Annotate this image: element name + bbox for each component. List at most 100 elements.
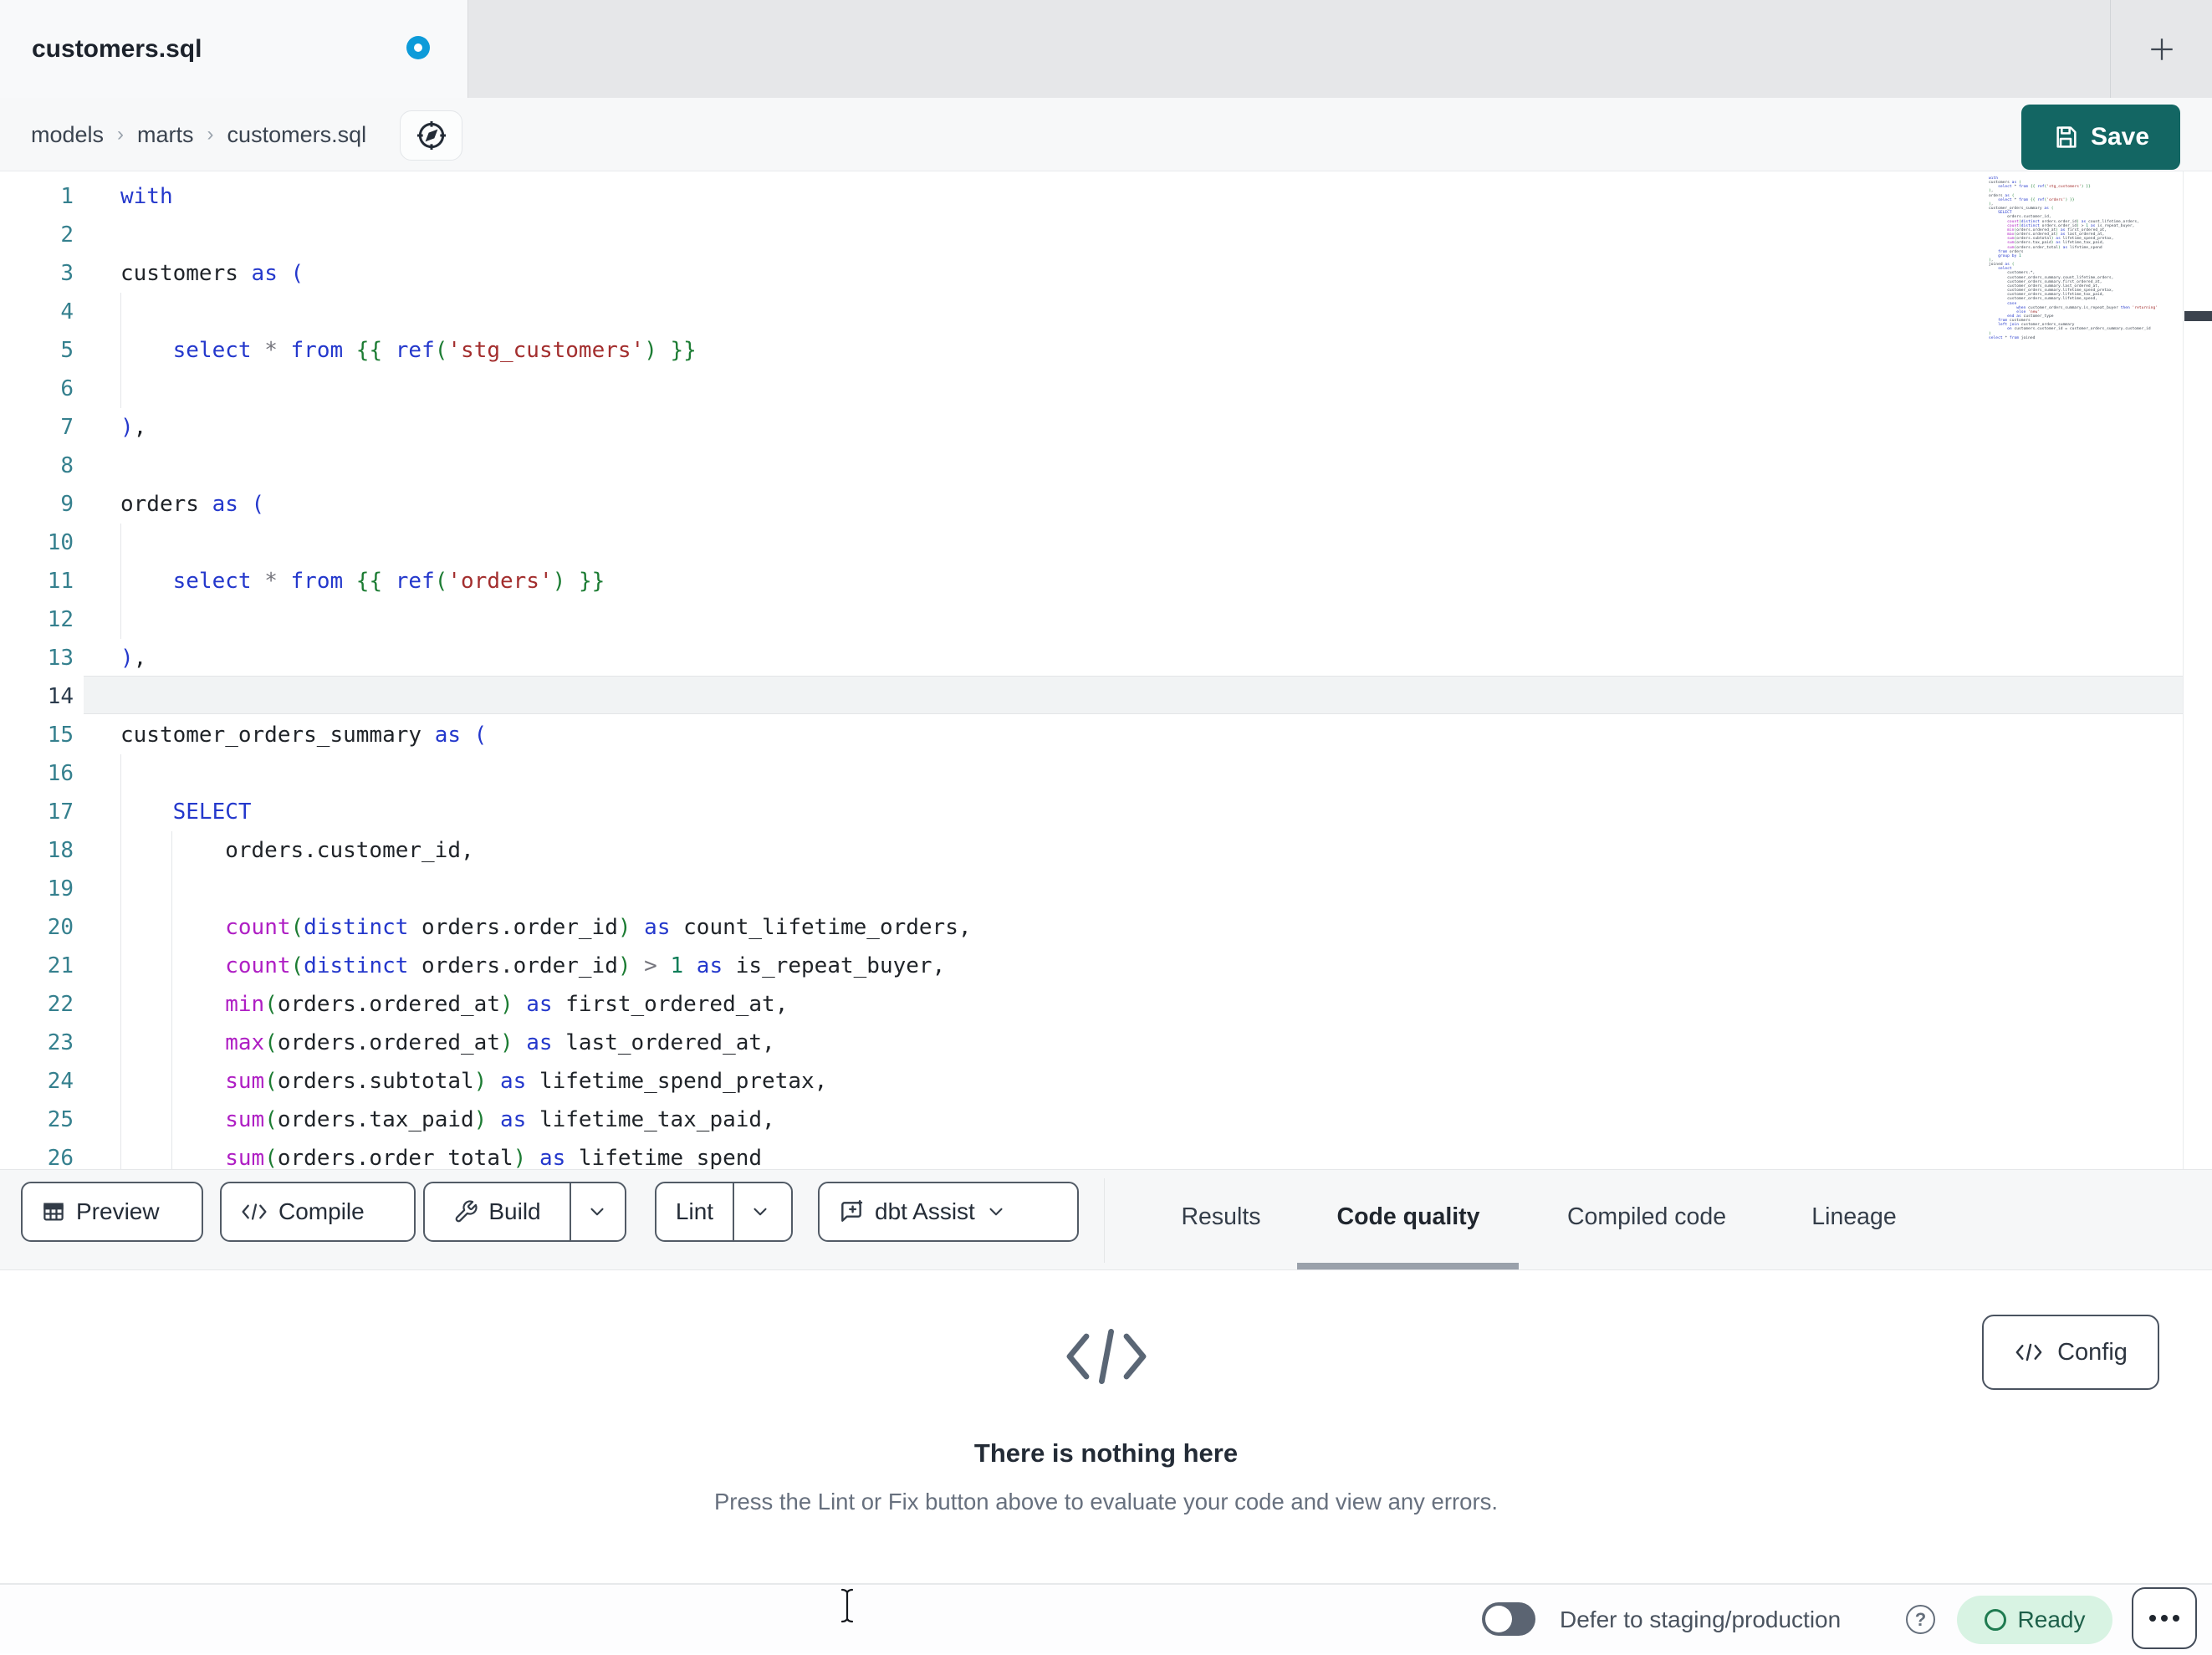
line-number: 14: [47, 684, 74, 709]
action-toolbar: Preview Compile Build Lint dbt Assist Re…: [0, 1169, 2212, 1270]
line-number: 3: [60, 261, 74, 286]
code-line: 4: [0, 293, 972, 331]
line-number: 1: [60, 184, 74, 209]
code-line: 2: [0, 216, 972, 254]
code-line: 24 sum(orders.subtotal) as lifetime_spen…: [0, 1062, 972, 1101]
tab-lineage[interactable]: Lineage: [1806, 1170, 1901, 1264]
help-icon[interactable]: ?: [1906, 1605, 1935, 1634]
tab-bar-divider: [2110, 0, 2111, 98]
code-line: 26 sum(orders.order_total) as lifetime_s…: [0, 1139, 972, 1169]
new-tab-button[interactable]: [2134, 34, 2189, 64]
build-label: Build: [488, 1198, 541, 1224]
dbt-assist-button[interactable]: dbt Assist: [818, 1182, 1079, 1242]
code-quality-panel: There is nothing here Press the Lint or …: [0, 1270, 2212, 1583]
code-line: 14: [0, 677, 972, 716]
empty-state: There is nothing here Press the Lint or …: [0, 1270, 2212, 1515]
minimap[interactable]: with customers as ( select * from {{ ref(…: [1989, 176, 2183, 386]
code-brackets-icon: [242, 1203, 267, 1220]
line-number: 20: [47, 915, 74, 940]
scrollbar-thumb[interactable]: [2184, 311, 2212, 321]
build-dropdown-button[interactable]: [570, 1183, 623, 1240]
breadcrumb-item-marts[interactable]: marts: [137, 122, 194, 148]
lint-button[interactable]: Lint: [655, 1182, 793, 1242]
defer-toggle[interactable]: [1482, 1602, 1535, 1636]
text-cursor-pointer: [840, 1588, 854, 1623]
compile-label: Compile: [278, 1198, 365, 1224]
breadcrumb-item-file: customers.sql: [227, 121, 367, 147]
tab-customers-sql[interactable]: customers.sql: [0, 0, 468, 98]
lineage-navigate-button[interactable]: [400, 110, 462, 161]
dot: [2149, 1615, 2156, 1622]
table-grid-icon: [43, 1203, 64, 1221]
toolbar-divider: [1104, 1178, 1105, 1263]
code-line: 21 count(distinct orders.order_id) > 1 a…: [0, 947, 972, 985]
tab-results[interactable]: Results: [1176, 1170, 1265, 1264]
config-button[interactable]: Config: [1982, 1315, 2159, 1390]
line-number: 21: [47, 953, 74, 978]
code-line: 6: [0, 370, 972, 408]
plus-icon: [2151, 38, 2173, 60]
code-line: 22 min(orders.ordered_at) as first_order…: [0, 985, 972, 1024]
config-label: Config: [2057, 1338, 2128, 1366]
line-number: 16: [47, 761, 74, 786]
line-number: 7: [60, 415, 74, 440]
save-button[interactable]: Save: [2021, 105, 2180, 170]
ready-label: Ready: [2017, 1606, 2086, 1632]
code-line: 16: [0, 754, 972, 793]
code-editor[interactable]: 1 with 2 3 customers as (4 5 select * from {{…: [0, 171, 2212, 1169]
lint-dropdown-button[interactable]: [733, 1183, 786, 1240]
line-number: 5: [60, 338, 74, 363]
code-line: 12: [0, 600, 972, 639]
code-line: 1 with: [0, 177, 972, 216]
line-number: 23: [47, 1030, 74, 1055]
code-line: 7),: [0, 408, 972, 447]
code-line: 15 customer_orders_summary as (: [0, 716, 972, 754]
line-number: 18: [47, 838, 74, 863]
breadcrumb-item-models[interactable]: models: [31, 122, 104, 148]
scrollbar-track: [2183, 171, 2184, 1169]
chevron-right-icon: ›: [207, 123, 214, 146]
empty-state-title: There is nothing here: [973, 1438, 1239, 1468]
more-options-button[interactable]: [2132, 1587, 2197, 1649]
code-brackets-icon: [1066, 1328, 1146, 1384]
status-bar: Defer to staging/production ? Ready: [0, 1583, 2212, 1653]
chevron-down-icon: [590, 1208, 604, 1216]
tab-title: customers.sql: [32, 34, 202, 63]
chevron-right-icon: ›: [117, 123, 125, 146]
file-header-bar: models › marts › customers.sql Save: [0, 98, 2212, 171]
defer-label: Defer to staging/production: [1560, 1606, 1842, 1632]
tab-compiled-code[interactable]: Compiled code: [1562, 1170, 1731, 1264]
preview-button[interactable]: Preview: [21, 1182, 203, 1242]
line-number: 17: [47, 799, 74, 825]
line-number: 26: [47, 1146, 74, 1169]
editor-tab-bar: customers.sql: [0, 0, 2212, 98]
chevron-down-icon: [989, 1208, 1003, 1216]
code-line: 17 SELECT: [0, 793, 972, 831]
line-number: 13: [47, 646, 74, 671]
code-lines: 1 with 2 3 customers as (4 5 select * from {{…: [0, 177, 972, 1169]
code-line: 20 count(distinct orders.order_id) as co…: [0, 908, 972, 947]
dot: [2161, 1615, 2168, 1622]
code-line: 18 orders.customer_id,: [0, 831, 972, 870]
line-number: 25: [47, 1107, 74, 1132]
compile-button[interactable]: Compile: [220, 1182, 416, 1242]
code-line: 9 orders as (: [0, 485, 972, 524]
line-number: 6: [60, 376, 74, 401]
line-number: 12: [47, 607, 74, 632]
status-badge[interactable]: Ready: [1957, 1596, 2112, 1644]
line-number: 10: [47, 530, 74, 555]
dbt-assist-label: dbt Assist: [875, 1198, 975, 1224]
line-number: 24: [47, 1069, 74, 1094]
unsaved-changes-dot-icon: [406, 36, 430, 59]
code-line: 8: [0, 447, 972, 485]
wrench-icon: [456, 1200, 478, 1223]
toggle-knob: [1485, 1606, 1512, 1632]
tab-code-quality[interactable]: Code quality: [1331, 1170, 1484, 1264]
ready-circle-icon: [1984, 1609, 2006, 1631]
code-line: 23 max(orders.ordered_at) as last_ordere…: [0, 1024, 972, 1062]
preview-label: Preview: [76, 1198, 160, 1224]
active-tab-underline: [1297, 1263, 1519, 1269]
line-number: 4: [60, 299, 74, 324]
line-number: 8: [60, 453, 74, 478]
build-button[interactable]: Build: [423, 1182, 626, 1242]
